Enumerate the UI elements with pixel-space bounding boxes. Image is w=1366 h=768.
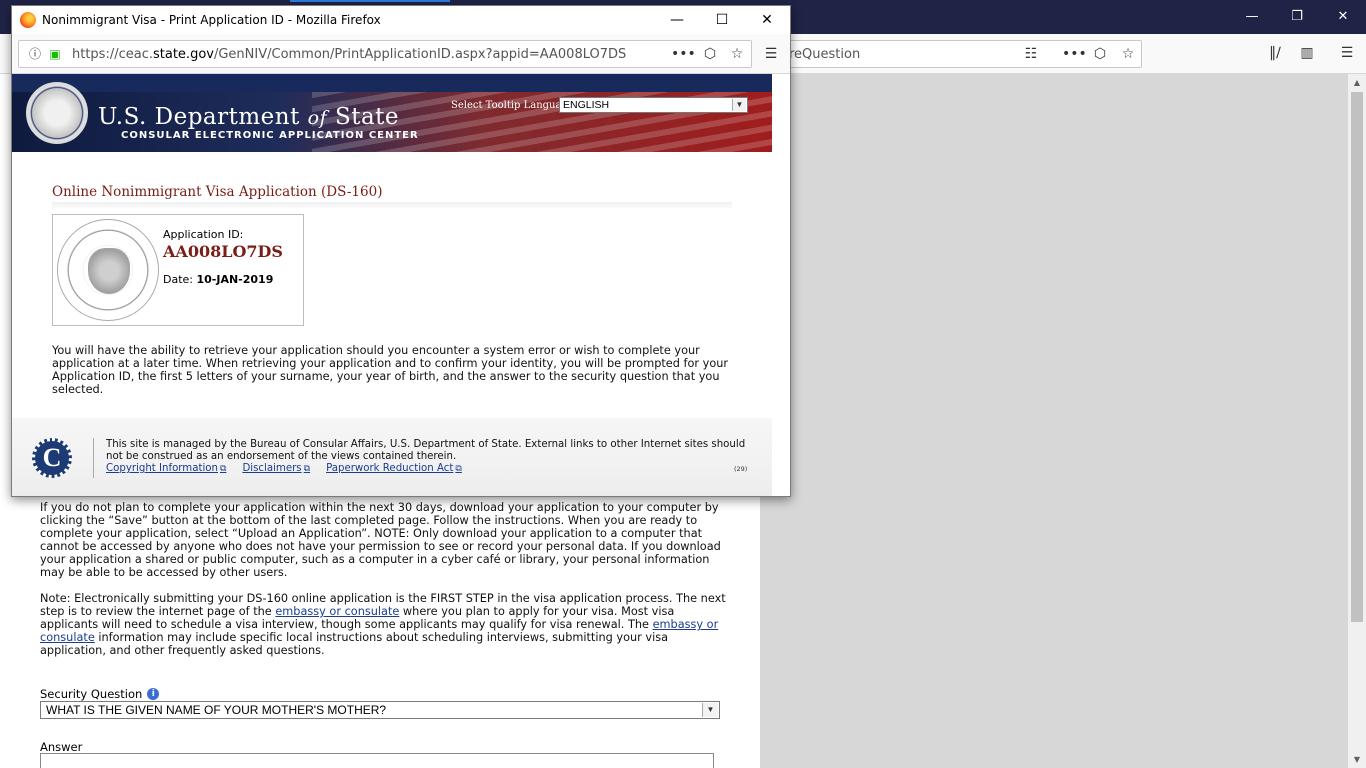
scroll-down-icon[interactable]: ▼ xyxy=(1352,755,1362,765)
site-footer: C This site is managed by the Bureau of … xyxy=(12,418,772,496)
firefox-icon xyxy=(20,12,36,28)
footer-divider xyxy=(93,438,94,478)
popup-page-content: U.S. Department of State CONSULAR ELECTR… xyxy=(12,74,772,496)
security-question-value: WHAT IS THE GIVEN NAME OF YOUR MOTHER'S … xyxy=(46,703,387,717)
main-scrollbar-thumb[interactable] xyxy=(1351,92,1363,622)
star-icon[interactable]: ☆ xyxy=(1118,44,1138,64)
date-line: Date: 10-JAN-2019 xyxy=(163,273,274,286)
page-title: Online Nonimmigrant Visa Application (DS… xyxy=(52,184,383,200)
disclaimers-link[interactable]: Disclaimers ⧉ xyxy=(242,463,310,474)
footer-text: This site is managed by the Bureau of Co… xyxy=(106,439,756,475)
version-label: (29) xyxy=(734,465,748,473)
main-url-text: reQuestion xyxy=(789,47,861,62)
security-question-select[interactable]: WHAT IS THE GIVEN NAME OF YOUR MOTHER'S … xyxy=(40,701,720,719)
main-minimize-button[interactable]: — xyxy=(1242,8,1262,26)
lock-icon[interactable]: ▣ xyxy=(45,44,65,64)
info-icon[interactable]: ⓘ xyxy=(25,44,45,64)
chevron-down-icon[interactable]: ▼ xyxy=(732,99,746,111)
answer-label: Answer xyxy=(40,740,83,754)
tooltip-language-label: Select Tooltip Language xyxy=(451,100,574,111)
main-active-tab-indicator xyxy=(290,0,450,2)
department-name: U.S. Department of State xyxy=(98,104,400,130)
security-question-label: Security Question i xyxy=(40,687,160,701)
consular-logo-icon: C xyxy=(32,438,72,478)
date-value: 10-JAN-2019 xyxy=(196,273,274,286)
main-body-text: If you do not plan to complete your appl… xyxy=(40,501,730,670)
application-id-label: Application ID: xyxy=(163,228,244,241)
main-restore-button[interactable]: ❐ xyxy=(1287,8,1307,26)
chevron-down-icon[interactable]: ▼ xyxy=(702,703,718,717)
menu-icon[interactable]: ☰ xyxy=(1337,43,1357,63)
popup-titlebar: Nonimmigrant Visa - Print Application ID… xyxy=(12,6,790,34)
library-icon[interactable]: ‖∕ xyxy=(1265,43,1285,63)
popup-minimize-button[interactable]: — xyxy=(667,11,687,29)
popup-toolbar: ⓘ ▣ https://ceac.state.gov/GenNIV/Common… xyxy=(12,34,790,74)
department-seal-icon xyxy=(26,82,88,144)
sidebar-icon[interactable]: ▥ xyxy=(1297,43,1317,63)
paperwork-reduction-link[interactable]: Paperwork Reduction Act ⧉ xyxy=(326,463,462,474)
more-icon[interactable]: ••• xyxy=(1062,44,1087,64)
save-instructions-paragraph: If you do not plan to complete your appl… xyxy=(40,501,721,579)
popup-window: Nonimmigrant Visa - Print Application ID… xyxy=(11,5,791,497)
main-url-bar[interactable]: reQuestion ☷ ••• ⬡ ☆ xyxy=(770,40,1142,68)
popup-maximize-button[interactable]: ☐ xyxy=(712,11,732,29)
popup-url-bar[interactable]: ⓘ ▣ https://ceac.state.gov/GenNIV/Common… xyxy=(18,40,752,68)
ceac-subtitle: CONSULAR ELECTRONIC APPLICATION CENTER xyxy=(121,130,419,141)
main-page-gutter xyxy=(760,74,1348,768)
scroll-up-icon[interactable]: ▲ xyxy=(1352,78,1362,88)
popup-url-text: https://ceac.state.gov/GenNIV/Common/Pri… xyxy=(72,47,627,62)
external-link-icon: ⧉ xyxy=(455,464,462,474)
menu-icon[interactable]: ☰ xyxy=(761,44,781,64)
external-link-icon: ⧉ xyxy=(303,464,311,474)
answer-input[interactable] xyxy=(40,753,714,768)
reader-icon[interactable]: ☷ xyxy=(1021,44,1041,64)
star-icon[interactable]: ☆ xyxy=(727,44,747,64)
tooltip-language-value: ENGLISH xyxy=(563,99,610,111)
popup-close-button[interactable]: ✕ xyxy=(757,11,777,29)
application-id-value: AA008LO7DS xyxy=(163,242,283,261)
tooltip-language-select[interactable]: ENGLISH ▼ xyxy=(559,97,748,113)
eagle-icon xyxy=(88,248,130,294)
embassy-link-1[interactable]: embassy or consulate xyxy=(275,605,399,618)
heading-divider xyxy=(52,202,732,208)
more-icon[interactable]: ••• xyxy=(671,44,696,64)
site-header-banner: U.S. Department of State CONSULAR ELECTR… xyxy=(12,74,772,152)
main-close-button[interactable]: ✕ xyxy=(1333,8,1353,26)
footer-disclaimer: This site is managed by the Bureau of Co… xyxy=(106,439,746,462)
footer-links: Copyright Information ⧉ Disclaimers ⧉ Paperw… xyxy=(106,463,756,475)
copyright-link[interactable]: Copyright Information ⧉ xyxy=(106,463,226,474)
next-step-paragraph: Note: Electronically submitting your DS-… xyxy=(40,592,726,657)
header-top-strip xyxy=(12,74,772,92)
retrieve-info-text: You will have the ability to retrieve yo… xyxy=(52,344,729,396)
popup-title: Nonimmigrant Visa - Print Application ID… xyxy=(42,13,381,27)
great-seal-icon xyxy=(57,219,159,321)
popup-scroll-area xyxy=(772,74,790,496)
pocket-icon[interactable]: ⬡ xyxy=(1090,44,1110,64)
pocket-icon[interactable]: ⬡ xyxy=(700,44,720,64)
info-icon[interactable]: i xyxy=(147,688,160,700)
external-link-icon: ⧉ xyxy=(220,464,227,474)
application-id-box: Application ID: AA008LO7DS Date: 10-JAN-… xyxy=(52,214,304,326)
